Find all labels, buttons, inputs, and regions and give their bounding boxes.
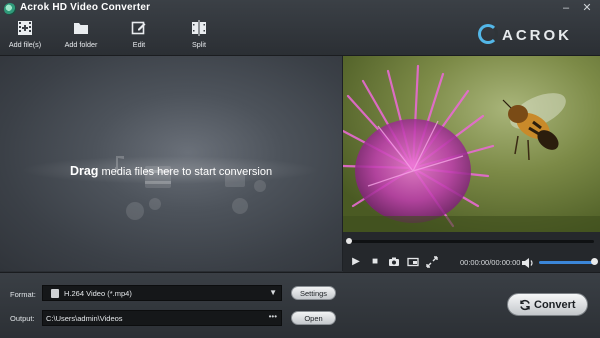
brand-logo: ACROK — [476, 18, 596, 52]
brand-name: ACROK — [502, 27, 572, 44]
output-path: C:\Users\admin\Videos — [46, 314, 123, 323]
chevron-down-icon[interactable]: ▼ — [269, 288, 277, 297]
camera-icon[interactable] — [388, 256, 400, 268]
output-panel: Format: H.264 Video (*.mp4) ▼ Settings O… — [0, 272, 600, 338]
file-drop-area[interactable]: Drag media files here to start conversio… — [0, 56, 343, 271]
browse-icon[interactable]: ••• — [269, 312, 277, 321]
format-selected: H.264 Video (*.mp4) — [64, 289, 132, 298]
play-icon[interactable]: ▶ — [350, 256, 362, 268]
format-dropdown[interactable]: H.264 Video (*.mp4) ▼ — [42, 285, 282, 301]
volume-handle[interactable] — [591, 258, 598, 265]
volume-slider[interactable] — [539, 261, 595, 264]
settings-button[interactable]: Settings — [291, 286, 336, 300]
convert-label: Convert — [534, 299, 576, 311]
title-bar: Acrok HD Video Converter – ✕ Add file(s)… — [0, 0, 600, 56]
snapshot-folder-icon[interactable] — [407, 256, 419, 268]
video-preview — [343, 56, 600, 232]
format-label: Format: — [10, 290, 36, 299]
brand-mark-icon — [478, 24, 498, 44]
timecode: 00:00:00/00:00:00 — [460, 258, 521, 267]
app-title: Acrok HD Video Converter — [20, 2, 151, 13]
drop-hint-text: media files here to start conversion — [98, 166, 273, 178]
edit-icon — [131, 20, 147, 36]
seek-track[interactable] — [349, 240, 594, 243]
add-folder-button[interactable]: Add folder — [56, 18, 106, 54]
drop-hint: Drag media files here to start conversio… — [0, 164, 342, 178]
output-label: Output: — [10, 314, 35, 323]
folder-icon — [73, 20, 89, 36]
fullscreen-icon[interactable] — [426, 256, 438, 268]
edit-button[interactable]: Edit — [114, 18, 164, 54]
volume-icon[interactable] — [521, 256, 535, 268]
convert-button[interactable]: Convert — [507, 293, 588, 316]
split-icon — [191, 20, 207, 36]
preview-image — [343, 56, 600, 232]
player-controls: ▶ ■ 00:00:00/00:00:00 — [343, 252, 600, 272]
open-button[interactable]: Open — [291, 311, 336, 325]
output-path-field[interactable]: C:\Users\admin\Videos ••• — [42, 310, 282, 326]
split-label: Split — [192, 40, 206, 49]
minimize-button[interactable]: – — [558, 1, 574, 15]
seek-handle[interactable] — [346, 238, 352, 244]
film-add-icon — [17, 20, 33, 36]
seek-bar[interactable] — [343, 232, 600, 252]
close-button[interactable]: ✕ — [579, 1, 595, 15]
stop-icon[interactable]: ■ — [369, 256, 381, 268]
split-button[interactable]: Split — [174, 18, 224, 54]
add-folder-label: Add folder — [64, 40, 98, 49]
video-file-icon — [51, 289, 59, 298]
drop-hint-lead: Drag — [69, 164, 99, 178]
refresh-icon — [520, 299, 530, 311]
add-files-button[interactable]: Add file(s) — [0, 18, 50, 54]
add-files-label: Add file(s) — [8, 40, 42, 49]
app-window: Acrok HD Video Converter – ✕ Add file(s)… — [0, 0, 600, 338]
edit-label: Edit — [132, 40, 146, 49]
app-logo-icon — [4, 3, 16, 15]
